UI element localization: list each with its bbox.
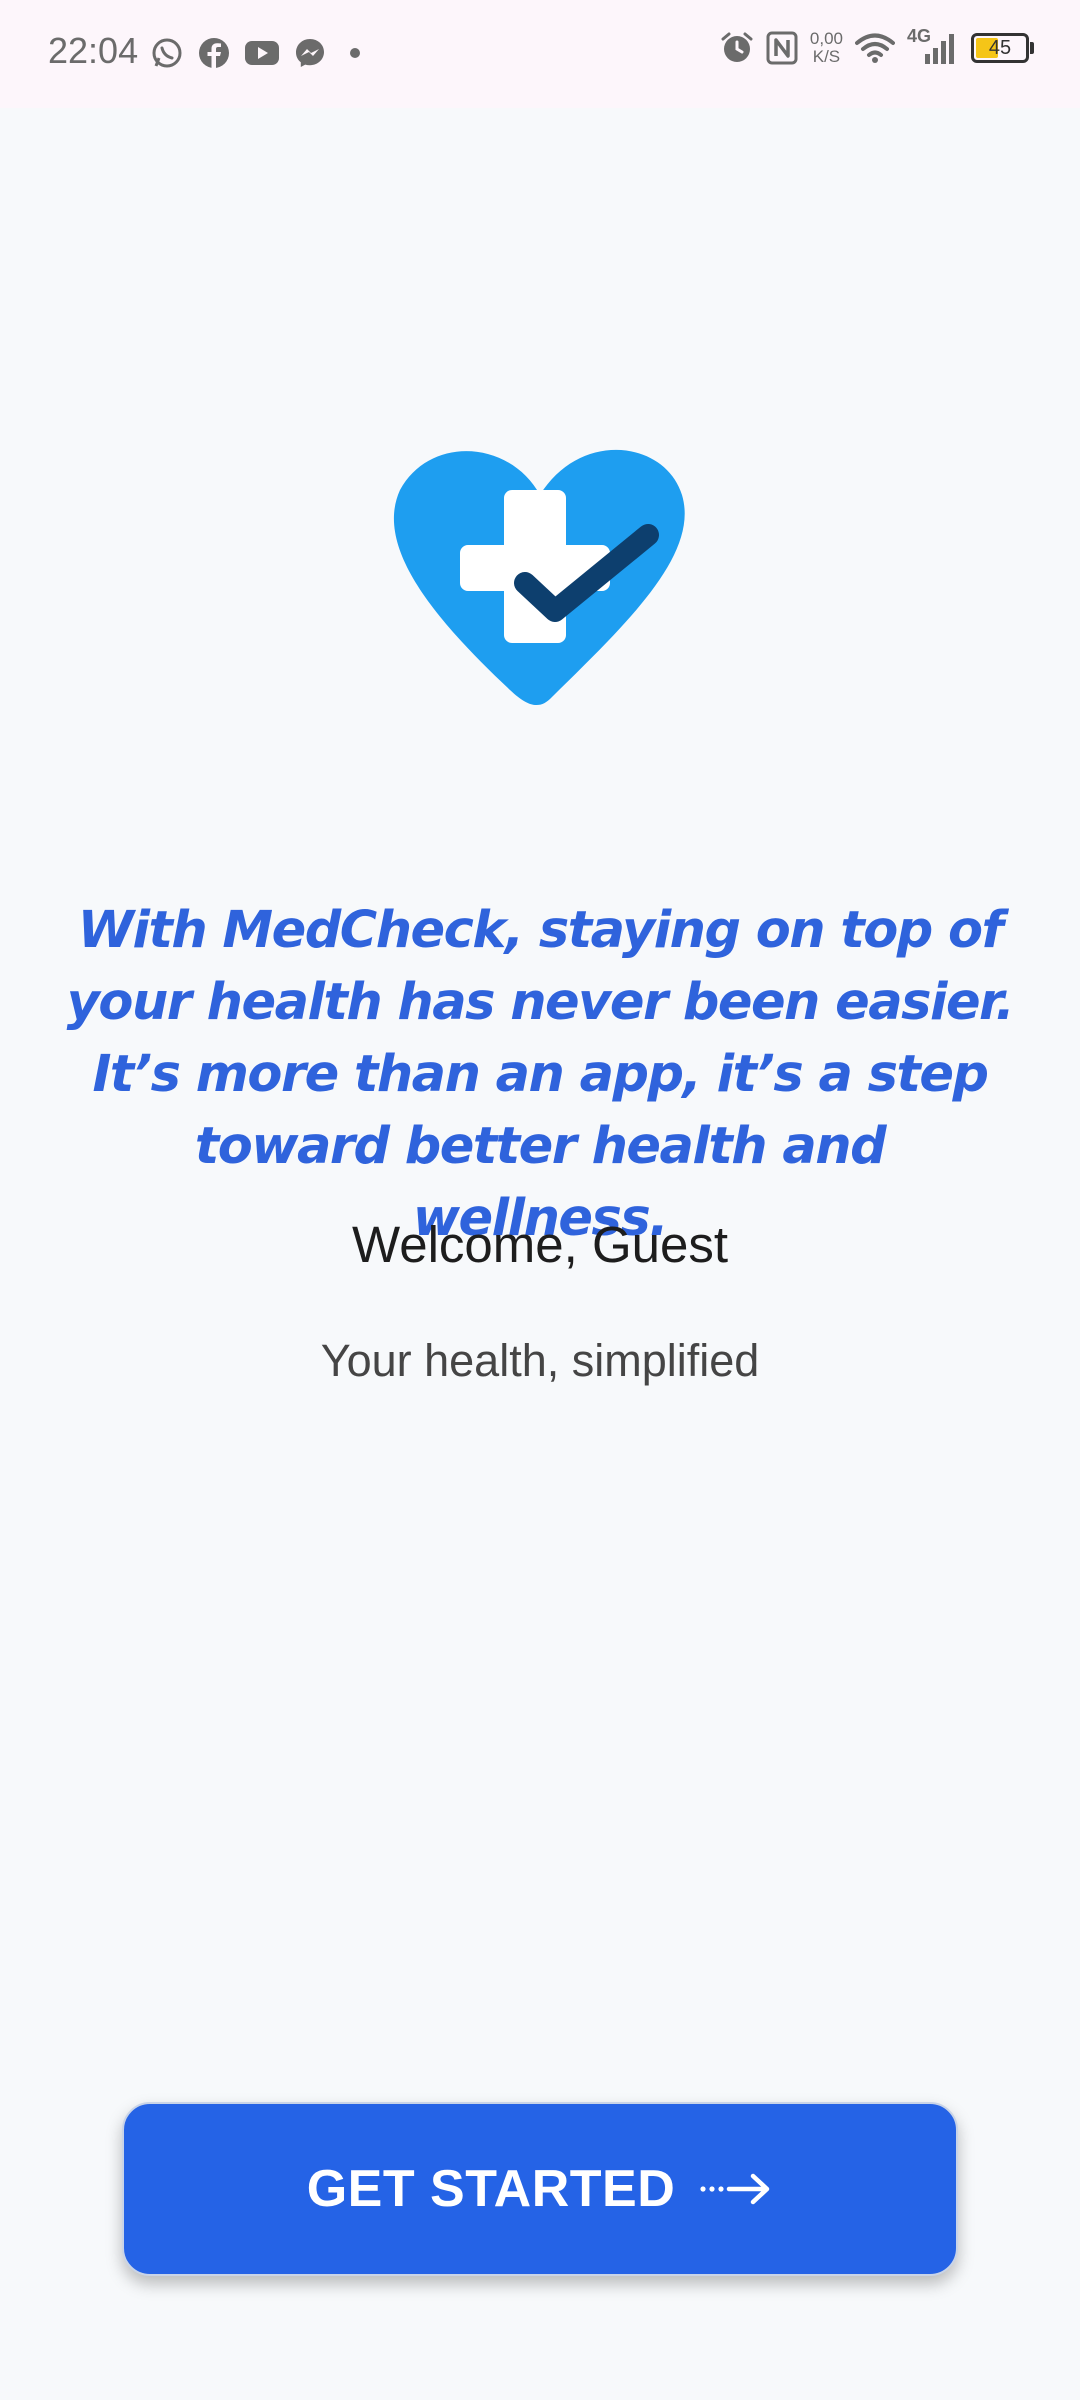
arrow-right-icon <box>700 2173 770 2205</box>
subtitle: Your health, simplified <box>320 1335 760 1386</box>
alarm-icon <box>721 32 753 62</box>
network-speed-unit: K/S <box>812 47 841 66</box>
heart-cross-check-icon <box>393 449 685 706</box>
welcome-heading: Welcome, Guest <box>351 1216 729 1273</box>
status-bar: 22:04 0,00 K/S 4G 45 <box>0 0 1080 108</box>
facebook-icon <box>199 38 229 68</box>
signal-icon: 4G <box>907 26 959 66</box>
wifi-icon <box>855 33 895 63</box>
status-time: 22:04 <box>48 30 139 71</box>
battery-icon: 45 <box>971 33 1034 63</box>
network-speed-value: 0,00 <box>809 29 843 48</box>
network-speed: 0,00 K/S <box>810 30 843 66</box>
notification-icons <box>150 36 370 70</box>
battery-body: 45 <box>971 33 1029 63</box>
system-icons: 0,00 K/S 4G 45 <box>720 26 1034 66</box>
get-started-label: GET STARTED <box>306 2160 676 2218</box>
tagline: With MedCheck, staying on top of your he… <box>66 901 1015 1248</box>
dot-icon <box>350 48 360 58</box>
messenger-icon <box>296 39 324 67</box>
nfc-icon <box>766 31 798 65</box>
whatsapp-icon <box>152 38 182 68</box>
youtube-icon <box>245 41 279 65</box>
get-started-button[interactable]: GET STARTED <box>122 2102 958 2276</box>
battery-tip <box>1030 42 1034 54</box>
battery-level: 45 <box>988 36 1012 59</box>
